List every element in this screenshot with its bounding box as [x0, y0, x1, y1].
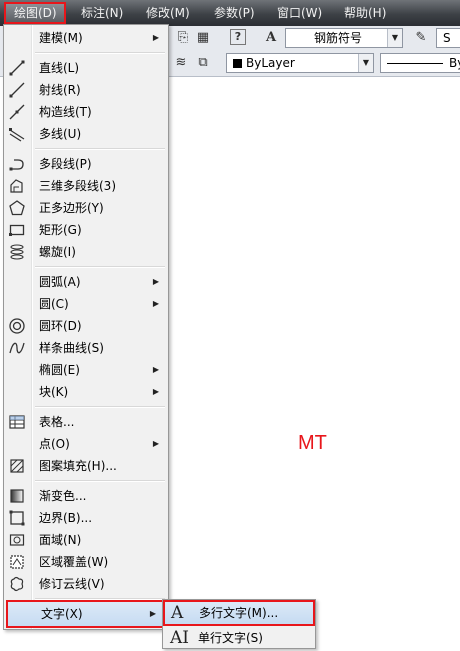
menu-item-donut[interactable]: 圆环(D) [5, 315, 167, 337]
single-line-text-icon: AI [170, 628, 189, 648]
menu-item-hatch[interactable]: 图案填充(H)... [5, 455, 167, 477]
hatch-icon [10, 459, 24, 473]
calculator-icon[interactable]: ▦ [194, 29, 212, 47]
wipeout-icon [10, 555, 24, 569]
gradient-icon [10, 489, 24, 503]
menu-separator [35, 266, 165, 268]
text-style-value: 钢筋符号 [314, 31, 363, 45]
help-icon[interactable]: ? [230, 29, 246, 45]
line-sample-icon [387, 63, 443, 64]
chevron-right-icon: ▶ [152, 387, 159, 396]
chevron-right-icon: ▶ [152, 299, 159, 308]
menu-item-polygon[interactable]: 正多边形(Y) [5, 197, 167, 219]
menu-item-multiline[interactable]: 多线(U) [5, 123, 167, 145]
multiline-icon [9, 128, 25, 142]
text-style-icon[interactable]: A [262, 29, 280, 47]
line-icon [9, 60, 25, 76]
menu-item-spline[interactable]: 样条曲线(S) [5, 337, 167, 359]
menu-item-multiline-text[interactable]: A 多行文字(M)... [163, 600, 315, 626]
menu-item-table[interactable]: 表格... [5, 411, 167, 433]
helix-icon [10, 244, 24, 260]
text-submenu: A 多行文字(M)... AI 单行文字(S) [162, 599, 316, 649]
text-style-combo[interactable]: 钢筋符号 ▼ [285, 28, 403, 48]
chevron-right-icon: ▶ [152, 277, 159, 286]
menu-separator [35, 406, 165, 408]
menu-item-ellipse[interactable]: 椭圆(E) ▶ [5, 359, 167, 381]
chevron-right-icon: ▶ [152, 33, 159, 42]
menu-dimension[interactable]: 标注(N) [76, 3, 128, 23]
menu-item-construction-line[interactable]: 构造线(T) [5, 101, 167, 123]
dimension-style-value: S [443, 31, 451, 45]
color-value: ByLayer [246, 56, 295, 70]
menu-item-gradient[interactable]: 渐变色... [5, 485, 167, 507]
chevron-right-icon: ▶ [149, 609, 156, 618]
chevron-right-icon: ▶ [152, 365, 159, 374]
menu-item-single-line-text[interactable]: AI 单行文字(S) [164, 627, 314, 649]
chevron-down-icon: ▼ [387, 29, 402, 47]
menu-draw[interactable]: 绘图(D) [4, 2, 66, 24]
menu-item-modeling[interactable]: 建模(M) ▶ [5, 27, 167, 49]
menu-modify[interactable]: 修改(M) [141, 3, 195, 23]
menu-item-block[interactable]: 块(K) ▶ [5, 381, 167, 403]
menu-item-ray[interactable]: 射线(R) [5, 79, 167, 101]
match-properties-icon[interactable]: ⎘ [174, 29, 192, 47]
dimension-style-combo[interactable]: S [436, 28, 460, 48]
menu-item-point[interactable]: 点(O) ▶ [5, 433, 167, 455]
donut-icon [9, 318, 25, 334]
region-icon [9, 534, 25, 546]
menu-item-polyline[interactable]: 多段线(P) [5, 153, 167, 175]
draw-menu-dropdown: 建模(M) ▶ 直线(L) 射线(R) 构造线(T) 多线(U) 多段线(P) … [3, 24, 169, 630]
menu-separator [35, 480, 165, 482]
linetype-value: By [449, 56, 460, 70]
menu-separator [35, 52, 165, 54]
menu-parametric[interactable]: 参数(P) [209, 3, 260, 23]
construction-line-icon [9, 104, 25, 120]
menu-item-3d-polyline[interactable]: 三维多段线(3) [5, 175, 167, 197]
menu-item-text[interactable]: 文字(X) ▶ [6, 600, 166, 628]
table-icon [9, 415, 25, 429]
color-combo[interactable]: ByLayer ▼ [226, 53, 374, 73]
menu-item-line[interactable]: 直线(L) [5, 57, 167, 79]
polygon-icon [9, 200, 25, 216]
chevron-down-icon: ▼ [358, 54, 373, 72]
chevron-right-icon: ▶ [152, 439, 159, 448]
menu-separator [35, 148, 165, 150]
menu-item-helix[interactable]: 螺旋(I) [5, 241, 167, 263]
spline-icon [9, 342, 25, 354]
layer-state-icon[interactable]: ≋ [172, 54, 190, 72]
menu-item-arc[interactable]: 圆弧(A) ▶ [5, 271, 167, 293]
revcloud-icon [10, 576, 24, 592]
menu-window[interactable]: 窗口(W) [272, 3, 327, 23]
boundary-icon [9, 510, 25, 526]
layer-previous-icon[interactable]: ⧉ [194, 54, 212, 72]
polyline-icon [9, 159, 24, 171]
ray-icon [9, 82, 25, 98]
menu-item-wipeout[interactable]: 区域覆盖(W) [5, 551, 167, 573]
rectangle-icon [9, 224, 25, 236]
menu-item-boundary[interactable]: 边界(B)... [5, 507, 167, 529]
menu-item-circle[interactable]: 圆(C) ▶ [5, 293, 167, 315]
menu-bar: 绘图(D) 标注(N) 修改(M) 参数(P) 窗口(W) 帮助(H) [0, 0, 460, 26]
menu-item-region[interactable]: 面域(N) [5, 529, 167, 551]
menu-item-rectangle[interactable]: 矩形(G) [5, 219, 167, 241]
canvas-annotation: MT [298, 432, 327, 454]
menu-help[interactable]: 帮助(H) [339, 3, 391, 23]
multiline-text-icon: A [171, 603, 184, 623]
3d-polyline-icon [10, 179, 23, 193]
linetype-combo[interactable]: By [380, 53, 460, 73]
color-swatch-icon [233, 59, 242, 68]
dimension-style-icon[interactable]: ✎ [412, 29, 430, 47]
menu-item-revision-cloud[interactable]: 修订云线(V) [5, 573, 167, 595]
